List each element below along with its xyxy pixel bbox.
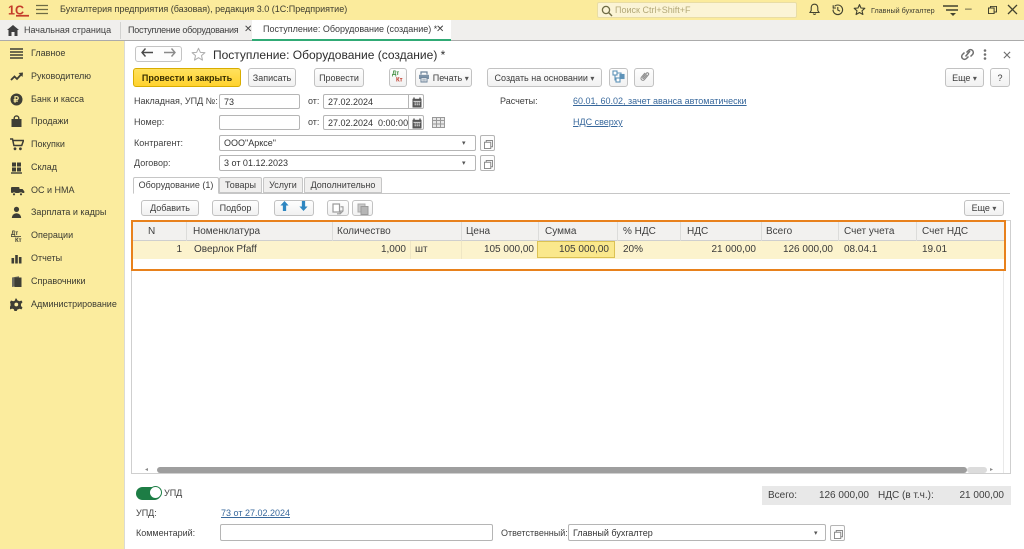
svg-text:Дт: Дт — [392, 71, 399, 77]
svg-text:Кт: Кт — [396, 78, 403, 83]
svg-text:₽: ₽ — [14, 95, 20, 105]
svg-text:Кт: Кт — [15, 238, 22, 243]
